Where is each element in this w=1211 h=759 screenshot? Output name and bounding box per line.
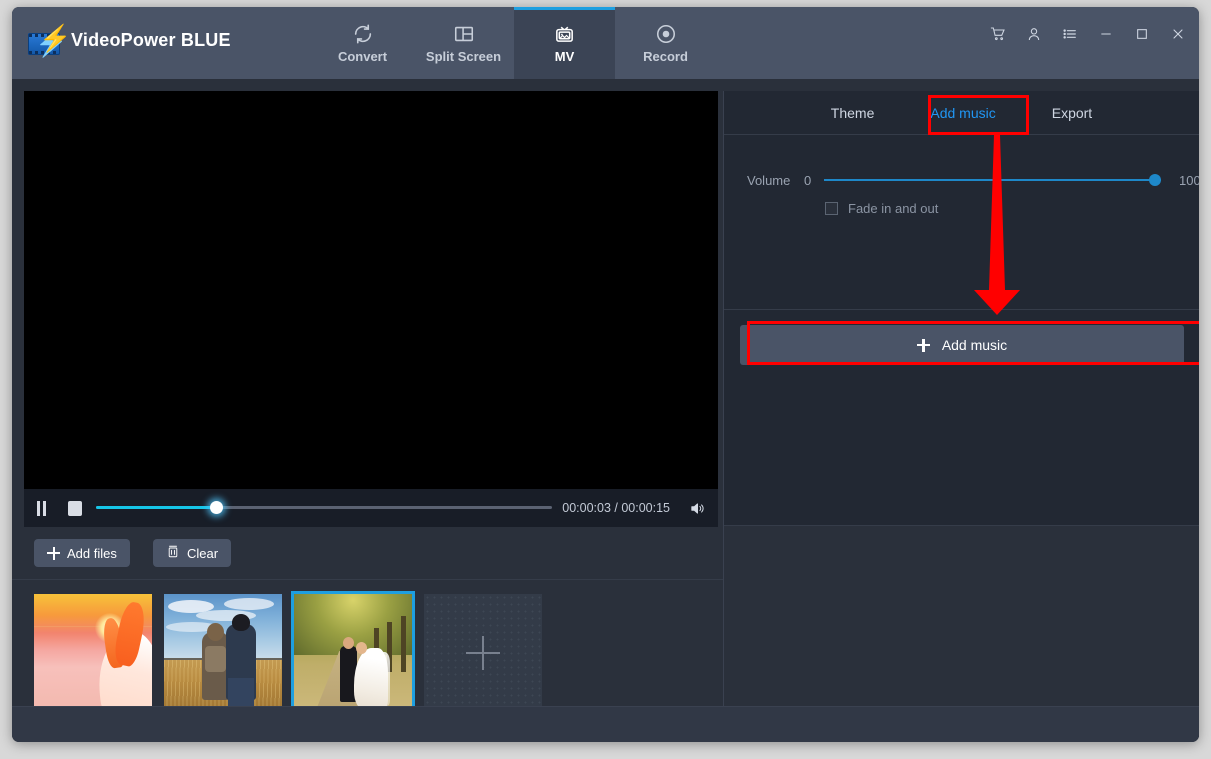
add-music-button-label: Add music [941, 337, 1008, 353]
trash-icon [166, 544, 180, 562]
seek-thumb[interactable] [209, 501, 223, 514]
plus-icon [466, 636, 500, 670]
tab-record-label: Record [643, 48, 688, 64]
tab-mv[interactable]: MV [514, 7, 615, 79]
volume-label: Volume [747, 172, 791, 188]
pause-button[interactable] [24, 489, 58, 527]
playback-time: 00:00:03 / 00:00:15 [562, 501, 670, 515]
maximize-icon[interactable] [1131, 23, 1153, 45]
seek-slider[interactable] [96, 489, 553, 527]
thumbnail-sunset-bride[interactable] [34, 594, 152, 712]
tab-convert-label: Convert [337, 48, 388, 64]
tab-theme-label: Theme [830, 104, 875, 121]
cart-icon[interactable] [987, 23, 1009, 45]
brand: ⚡ VideoPower BLUE [28, 25, 231, 55]
right-panel: Theme Add music Export Volume 0 100 Fade… [723, 91, 1199, 739]
playback-controls: 00:00:03 / 00:00:15 [24, 489, 718, 527]
thumbnail-couple-field[interactable] [164, 594, 282, 712]
film-lightning-logo: ⚡ [28, 25, 71, 55]
title-bar: ⚡ VideoPower BLUE Convert Split Screen M… [12, 7, 1199, 79]
tab-theme[interactable]: Theme [813, 91, 893, 135]
main-nav-tabs: Convert Split Screen MV Record [312, 7, 716, 79]
volume-max-label: 100 [1179, 172, 1199, 188]
tab-export[interactable]: Export [1034, 91, 1110, 135]
panel-tabs: Theme Add music Export [724, 91, 1199, 135]
tab-add-music-label: Add music [930, 104, 996, 121]
stop-button[interactable] [58, 489, 92, 527]
fade-label: Fade in and out [848, 201, 939, 216]
pause-icon [36, 500, 46, 516]
tab-convert[interactable]: Convert [312, 7, 413, 79]
volume-thumb[interactable] [1149, 174, 1161, 186]
tab-split-screen[interactable]: Split Screen [413, 7, 514, 79]
application-window: ⚡ VideoPower BLUE Convert Split Screen M… [12, 7, 1199, 742]
minimize-icon[interactable] [1095, 23, 1117, 45]
clear-label: Clear [187, 545, 219, 561]
volume-track [824, 179, 1161, 181]
tab-add-music[interactable]: Add music [912, 91, 1013, 135]
plus-icon [47, 546, 60, 560]
tab-export-label: Export [1051, 104, 1093, 121]
tab-split-screen-label: Split Screen [425, 48, 502, 64]
video-preview[interactable] [24, 91, 718, 489]
tab-record[interactable]: Record [615, 7, 716, 79]
close-icon[interactable] [1167, 23, 1189, 45]
fade-in-out-row[interactable]: Fade in and out [825, 201, 938, 216]
app-title: VideoPower BLUE [71, 29, 231, 50]
plus-icon [916, 338, 930, 352]
volume-slider[interactable] [824, 169, 1161, 191]
seek-fill [96, 506, 216, 509]
record-dot-icon [655, 23, 677, 45]
thumbnail-add-slot[interactable] [424, 594, 542, 712]
speaker-icon[interactable] [684, 489, 710, 527]
files-toolbar: Add files Clear [12, 529, 730, 579]
add-files-button[interactable]: Add files [34, 539, 130, 567]
tv-picture-icon [553, 22, 576, 45]
add-files-label: Add files [67, 545, 117, 561]
stop-icon [68, 500, 82, 516]
window-controls [987, 23, 1189, 45]
user-icon[interactable] [1023, 23, 1045, 45]
volume-min-label: 0 [804, 172, 812, 188]
panel-divider [724, 309, 1199, 310]
status-bar [12, 706, 1199, 742]
add-music-button[interactable]: Add music [740, 325, 1184, 365]
volume-row: Volume 0 100 [724, 169, 1199, 191]
clear-button[interactable]: Clear [153, 539, 232, 567]
thumbnail-wedding-path[interactable] [294, 594, 412, 712]
split-screen-icon [453, 23, 475, 45]
tab-mv-label: MV [554, 49, 575, 64]
refresh-icon [352, 23, 374, 45]
fade-checkbox[interactable] [825, 202, 838, 215]
menu-list-icon[interactable] [1059, 23, 1081, 45]
